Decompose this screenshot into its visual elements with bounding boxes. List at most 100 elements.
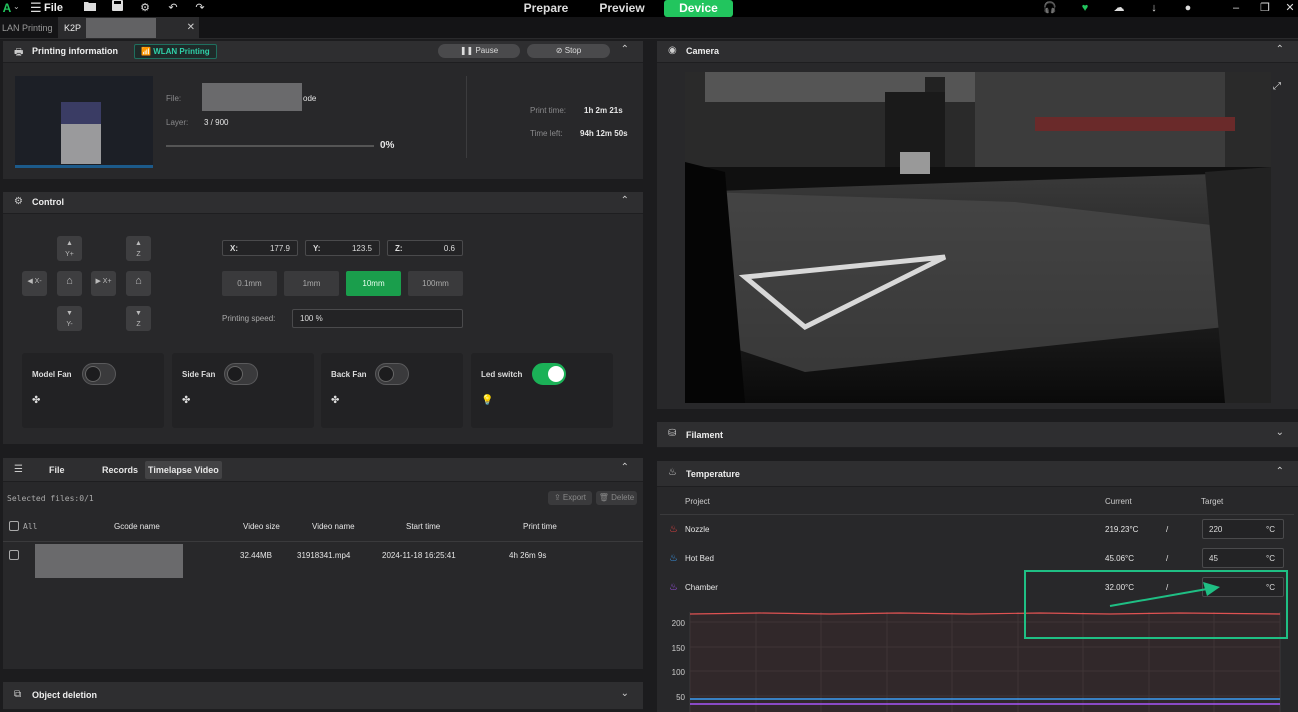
delete-button[interactable]: 🗑 Delete <box>596 491 637 505</box>
files-panel: ☰ File Records Timelapse Video ⌃ Selecte… <box>3 458 643 669</box>
printing-speed-input[interactable]: 100 % <box>292 309 463 328</box>
nozzle-target-input[interactable]: 220 °C <box>1202 519 1284 539</box>
step-10mm-button[interactable]: 10mm <box>346 271 401 296</box>
tab-lan-printing[interactable]: LAN Printing <box>0 17 56 39</box>
row-video-size: 32.44MB <box>240 551 273 560</box>
jog-x-plus-button[interactable]: ▶ X+ <box>91 271 116 296</box>
jog-y-plus-button[interactable]: ▲ Y+ <box>57 236 82 261</box>
back-fan-card: Back Fan ✤ <box>321 353 463 428</box>
column-video-size: Video size <box>243 522 280 531</box>
tab-preview[interactable]: Preview <box>592 0 652 17</box>
panel-title: Printing information <box>32 46 118 56</box>
redacted-filename <box>202 83 302 111</box>
jog-z-up-button[interactable]: ▲ Z <box>126 236 151 261</box>
tab-device[interactable]: Device <box>664 0 733 17</box>
minimize-icon[interactable]: – <box>1228 0 1244 16</box>
pause-button[interactable]: ❚❚ Pause <box>438 44 520 58</box>
lightbulb-icon: 💡 <box>481 395 494 406</box>
chevron-down-icon[interactable]: ⌄ <box>621 688 629 699</box>
close-icon[interactable]: ✕ <box>187 17 195 39</box>
model-fan-toggle[interactable] <box>82 363 116 385</box>
restore-icon[interactable]: ❐ <box>1257 0 1273 16</box>
model-fan-card: Model Fan ✤ <box>22 353 164 428</box>
tab-file[interactable]: File <box>49 465 65 475</box>
tab-prepare[interactable]: Prepare <box>516 0 576 17</box>
column-gcode-name: Gcode name <box>114 522 160 531</box>
tab-k2p[interactable]: K2P ✕ <box>58 17 199 39</box>
chevron-up-icon[interactable]: ⌃ <box>1276 466 1284 477</box>
y-tick-200: 200 <box>672 619 686 628</box>
z-coordinate-field[interactable]: Z: 0.6 <box>387 240 463 256</box>
column-current: Current <box>1105 497 1132 506</box>
save-icon[interactable] <box>109 0 125 16</box>
layer-label: Layer: <box>166 118 189 127</box>
object-deletion-panel: ⧉ Object deletion ⌄ <box>3 682 643 710</box>
undo-icon[interactable]: ↶ <box>165 0 181 16</box>
wlan-badge: 📶 WLAN Printing <box>134 44 217 59</box>
home-z-icon[interactable]: ⌂ <box>126 271 151 296</box>
jog-z-down-button[interactable]: ▼ Z <box>126 306 151 331</box>
flame-icon: ♨ <box>668 467 677 478</box>
column-start-time: Start time <box>406 522 441 531</box>
camera-icon: ◉ <box>668 45 677 56</box>
headset-icon[interactable]: 🎧 <box>1042 0 1058 16</box>
side-fan-card: Side Fan ✤ <box>172 353 314 428</box>
chevron-up-icon[interactable]: ⌃ <box>621 195 629 206</box>
copy-icon: ⧉ <box>14 689 22 700</box>
chevron-down-icon[interactable]: ⌄ <box>1276 427 1284 438</box>
y-tick-100: 100 <box>672 668 686 677</box>
tab-timelapse-video[interactable]: Timelapse Video <box>145 461 222 479</box>
hot-bed-target-input[interactable]: 45 °C <box>1202 548 1284 568</box>
printer-icon: 🖶 <box>14 47 24 58</box>
panel-title: Object deletion <box>32 690 98 700</box>
hamburger-menu-icon[interactable]: ☰ <box>30 1 42 15</box>
chevron-up-icon[interactable]: ⌃ <box>621 44 629 55</box>
close-icon[interactable]: ✕ <box>1282 0 1298 16</box>
chevron-down-icon[interactable]: ⌄ <box>13 2 20 11</box>
progress-percent: 0% <box>380 140 395 151</box>
cloud-upload-icon[interactable]: ☁ <box>1111 0 1127 16</box>
step-0.1mm-button[interactable]: 0.1mm <box>222 271 277 296</box>
row-start-time: 2024-11-18 16:25:41 <box>382 551 456 560</box>
camera-feed <box>685 72 1271 403</box>
jog-y-minus-button[interactable]: ▼ Y- <box>57 306 82 331</box>
step-100mm-button[interactable]: 100mm <box>408 271 463 296</box>
redacted-region <box>86 18 156 38</box>
chevron-up-icon[interactable]: ⌃ <box>1276 44 1284 55</box>
print-time-label: Print time: <box>530 106 567 115</box>
file-menu[interactable]: File <box>44 1 63 15</box>
fullscreen-icon[interactable]: ⤢ <box>1273 81 1281 92</box>
step-1mm-button[interactable]: 1mm <box>284 271 339 296</box>
gear-icon[interactable]: ⚙ <box>137 0 153 16</box>
download-icon[interactable]: ↓ <box>1146 0 1162 16</box>
file-label: File: <box>166 94 182 103</box>
y-coordinate-field[interactable]: Y: 123.5 <box>305 240 380 256</box>
heart-icon[interactable]: ♥ <box>1077 0 1093 16</box>
x-coordinate-field[interactable]: X: 177.9 <box>222 240 298 256</box>
user-icon[interactable]: ● <box>1180 0 1196 16</box>
led-switch-toggle[interactable] <box>532 363 566 385</box>
camera-panel: ◉ Camera ⌃ ⤢ <box>657 41 1298 409</box>
file-name-suffix: ode <box>303 94 317 103</box>
row-checkbox[interactable] <box>9 550 19 560</box>
home-icon[interactable]: ⌂ <box>57 271 82 296</box>
app-logo: A <box>2 1 12 15</box>
open-folder-icon[interactable] <box>82 0 98 16</box>
redo-icon[interactable]: ↷ <box>192 0 208 16</box>
back-fan-toggle[interactable] <box>375 363 409 385</box>
y-tick-50: 50 <box>676 693 685 702</box>
print-time-value: 1h 2m 21s <box>584 106 623 115</box>
export-button[interactable]: ⇪ Export <box>548 491 592 505</box>
panel-title: Temperature <box>686 469 740 479</box>
chevron-up-icon[interactable]: ⌃ <box>621 462 629 473</box>
title-bar: A ⌄ ☰ File ⚙ ↶ ↷ Prepare Preview Device … <box>0 0 1298 17</box>
row-video-name: 31918341.mp4 <box>297 551 351 560</box>
jog-x-minus-button[interactable]: ◀ X- <box>22 271 47 296</box>
tab-records[interactable]: Records <box>102 465 138 475</box>
side-fan-toggle[interactable] <box>224 363 258 385</box>
column-video-name: Video name <box>312 522 355 531</box>
select-all-checkbox[interactable] <box>9 521 19 531</box>
spool-icon: ⛁ <box>668 428 677 439</box>
stop-button[interactable]: ⊘ Stop <box>527 44 610 58</box>
column-print-time: Print time <box>523 522 557 531</box>
